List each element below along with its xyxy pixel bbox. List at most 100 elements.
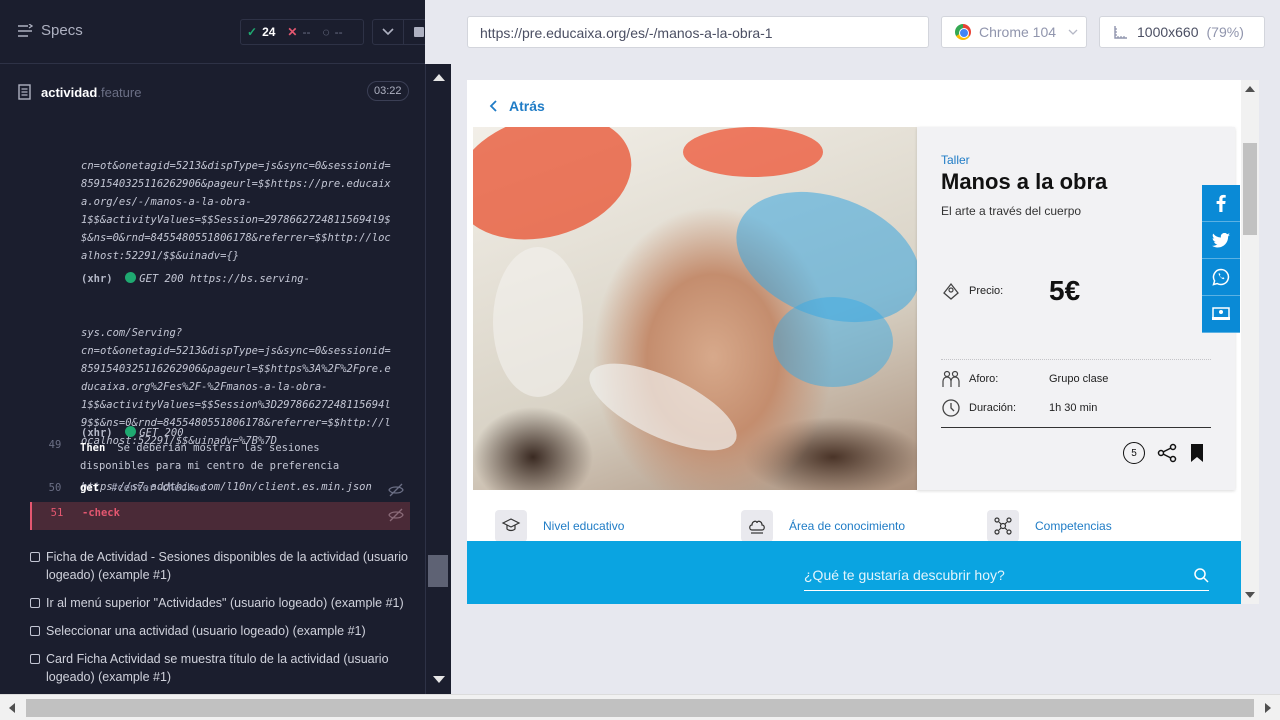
activity-category: Taller	[941, 153, 970, 167]
scroll-up-icon[interactable]	[1245, 86, 1255, 92]
specs-button[interactable]: Specs	[17, 22, 83, 39]
line-number: 51	[50, 507, 64, 519]
check-icon: ✓	[247, 25, 258, 39]
back-label: Atrás	[509, 98, 545, 114]
url-bar[interactable]: https://pre.educaixa.org/es/-/manos-a-la…	[467, 16, 929, 48]
price-label: Precio:	[969, 285, 1004, 297]
activity-subtitle: El arte a través del cuerpo	[941, 204, 1082, 218]
file-icon	[18, 84, 31, 100]
search-icon[interactable]	[1193, 567, 1209, 583]
horizontal-scrollbar[interactable]	[0, 694, 1280, 720]
browser-name: Chrome 104	[979, 24, 1057, 40]
share-rail	[1202, 185, 1240, 333]
duracion-value: 1h 30 min	[1049, 402, 1098, 414]
facebook-share-button[interactable]	[1202, 185, 1240, 222]
graduation-icon	[495, 510, 527, 542]
test-item[interactable]: Ir al menú superior "Actividades" (usuar…	[30, 594, 410, 612]
step-49[interactable]: 49 Then Se deberian mostrar las sesiones …	[30, 434, 410, 474]
divider	[941, 427, 1211, 428]
back-link[interactable]: Atrás	[489, 98, 545, 114]
paint-stroke	[493, 247, 583, 397]
price-tag-icon	[943, 282, 959, 300]
scroll-thumb[interactable]	[428, 555, 448, 587]
scroll-up-icon[interactable]	[433, 74, 445, 81]
toggle-auto-scroll-button[interactable]	[372, 19, 404, 45]
reporter-header: Specs ✓ 24 ✕ -- ◌ --	[0, 0, 425, 64]
activity-areas: Nivel educativo Área de conocimiento Com…	[495, 510, 1215, 542]
test-item[interactable]: Seleccionar una actividad (usuario logea…	[30, 622, 410, 640]
aforo-row: Aforo: Grupo clase	[941, 369, 1108, 389]
whatsapp-icon	[1212, 268, 1230, 286]
step-50[interactable]: 50 get #center-checked	[30, 477, 410, 505]
area-conocimiento[interactable]: Área de conocimiento	[741, 510, 905, 542]
pending-test-icon	[30, 598, 40, 608]
step-keyword: Then	[80, 442, 106, 454]
xhr-tag: (xhr)	[81, 273, 113, 285]
run-duration: 03:22	[367, 81, 409, 101]
viewport-info[interactable]: 1000x660 (79%)	[1099, 16, 1265, 48]
share-icon[interactable]	[1157, 443, 1177, 463]
step-51-failed[interactable]: 51 -check	[30, 502, 410, 530]
command-log: cn=ot&onetagid=5213&dispType=js&sync=0&s…	[30, 121, 410, 541]
brain-icon	[741, 510, 773, 542]
scroll-right-icon[interactable]	[1265, 703, 1271, 713]
card-actions: 5	[1123, 442, 1205, 464]
area-competencias[interactable]: Competencias	[987, 510, 1112, 542]
step-description: Se deberian mostrar las sesiones disponi…	[80, 442, 340, 472]
paint-stroke	[773, 297, 893, 387]
reporter-scrollbar[interactable]	[425, 64, 451, 694]
chevron-left-icon	[489, 100, 497, 112]
test-list: Ficha de Actividad - Sesiones disponible…	[30, 548, 410, 694]
pending-stat: ◌ --	[316, 25, 348, 39]
menu-icon	[18, 23, 33, 37]
step-text: Then Se deberian mostrar las sesiones dis…	[80, 434, 339, 475]
bookmark-icon[interactable]	[1189, 443, 1205, 463]
eye-slash-icon[interactable]	[388, 483, 404, 497]
step-selector: #center-checked	[110, 482, 206, 494]
activity-title: Manos a la obra	[941, 169, 1108, 194]
stop-button[interactable]	[403, 19, 425, 45]
eye-slash-icon[interactable]	[388, 508, 404, 522]
twitter-share-button[interactable]	[1202, 222, 1240, 259]
test-title: Ficha de Actividad - Sesiones disponible…	[46, 550, 409, 582]
aut-scrollbar[interactable]	[1241, 80, 1259, 604]
failed-count: --	[302, 25, 311, 39]
test-item[interactable]: Card Ficha Actividad se muestra título d…	[30, 650, 410, 686]
browser-selector[interactable]: Chrome 104	[941, 16, 1087, 48]
activity-card: Taller Manos a la obra El arte a través …	[917, 127, 1235, 490]
pending-test-icon	[30, 552, 40, 562]
test-stats: ✓ 24 ✕ -- ◌ --	[240, 19, 364, 45]
pending-count: --	[334, 25, 343, 39]
paint-stroke	[683, 127, 823, 177]
pending-test-icon	[30, 626, 40, 636]
area-label: Área de conocimiento	[789, 519, 906, 533]
success-dot-icon	[125, 272, 137, 283]
scroll-thumb[interactable]	[26, 699, 1254, 717]
search-input[interactable]: ¿Qué te gustaría descubrir hoy?	[804, 563, 1209, 591]
scroll-down-icon[interactable]	[1245, 592, 1255, 598]
classroom-share-button[interactable]	[1202, 296, 1240, 333]
spec-file-name[interactable]: actividad.feature	[41, 85, 141, 100]
test-item[interactable]: Ficha de Actividad - Sesiones disponible…	[30, 548, 410, 584]
test-title: Ir al menú superior "Actividades" (usuar…	[46, 596, 404, 610]
twitter-icon	[1212, 232, 1230, 247]
scroll-down-icon[interactable]	[433, 676, 445, 683]
classroom-icon	[1212, 307, 1230, 320]
divider	[941, 359, 1211, 360]
scroll-left-icon[interactable]	[9, 703, 15, 713]
failed-stat: ✕ --	[281, 25, 316, 39]
sessions-count-badge[interactable]: 5	[1123, 442, 1145, 464]
viewport-size: 1000x660	[1137, 24, 1199, 40]
scroll-thumb[interactable]	[1243, 143, 1257, 235]
chevron-down-icon	[1068, 29, 1078, 35]
step-keyword: get	[80, 482, 99, 494]
specs-label: Specs	[41, 22, 83, 39]
group-icon	[942, 370, 960, 387]
line-number: 50	[48, 482, 62, 494]
area-label: Competencias	[1035, 519, 1112, 533]
whatsapp-share-button[interactable]	[1202, 259, 1240, 296]
x-icon: ✕	[287, 25, 298, 39]
area-nivel-educativo[interactable]: Nivel educativo	[495, 510, 624, 542]
spec-file-header: actividad.feature 03:22	[0, 65, 425, 121]
duracion-row: Duración: 1h 30 min	[941, 398, 1097, 418]
